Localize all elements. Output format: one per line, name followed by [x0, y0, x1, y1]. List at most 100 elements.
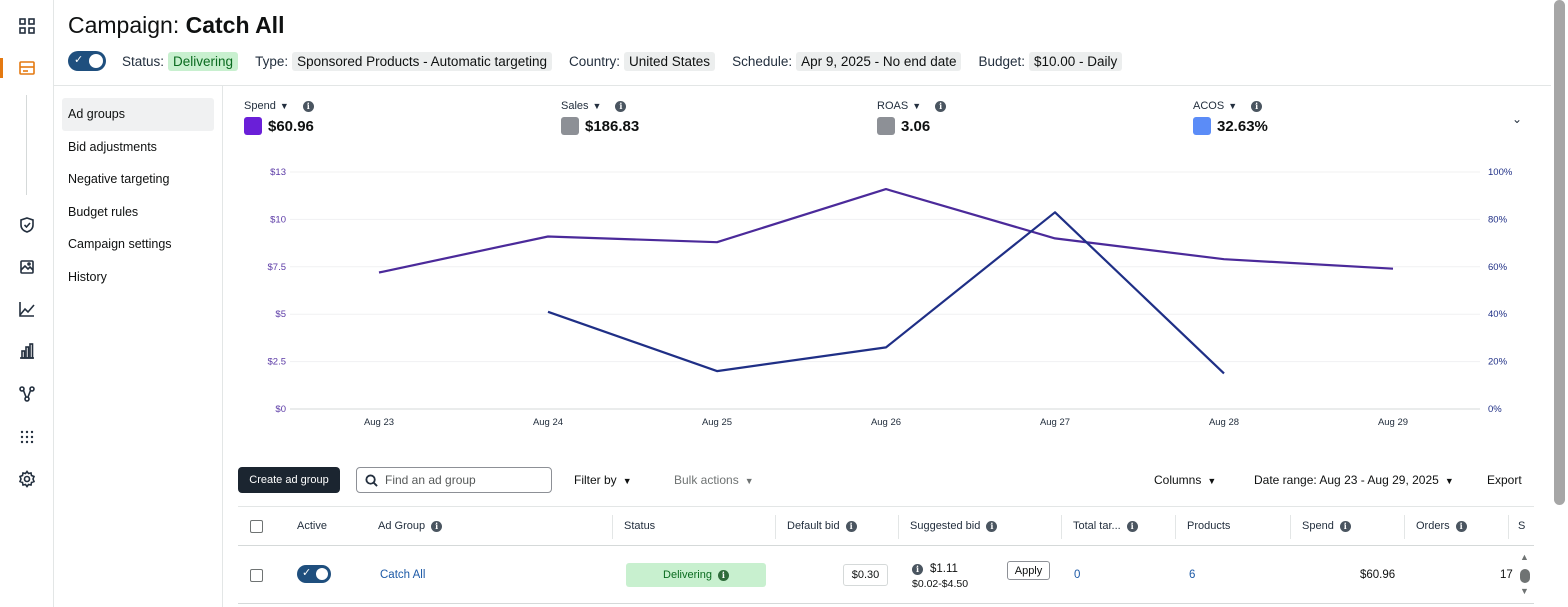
settings-icon[interactable] [17, 469, 37, 489]
header-products[interactable]: Products [1187, 520, 1230, 532]
info-icon[interactable]: i [1251, 100, 1263, 112]
metric-roas[interactable]: ROAS ▼ i 3.06 [877, 100, 947, 135]
info-icon[interactable]: i [912, 563, 923, 575]
info-icon[interactable]: i [845, 520, 857, 532]
bar-chart-icon[interactable] [17, 341, 37, 361]
metric-sales[interactable]: Sales ▼ i $186.83 [561, 100, 639, 135]
y-left-tick-label: $2.5 [268, 357, 287, 368]
campaign-toggle[interactable]: ✓ [68, 51, 106, 71]
info-icon[interactable]: i [717, 569, 729, 581]
info-icon[interactable]: i [935, 100, 947, 112]
bulk-actions-dropdown[interactable]: Bulk actions ▼ [674, 473, 754, 487]
metric-swatch [877, 117, 895, 135]
collapse-chart-chevron-icon[interactable]: ⌄ [1512, 112, 1522, 126]
metric-label: ROAS [877, 100, 909, 112]
x-tick-label: Aug 24 [533, 417, 563, 428]
campaign-name: Catch All [185, 12, 285, 38]
campaign-sidenav: Ad groups Bid adjustments Negative targe… [62, 98, 214, 294]
type-label: Type: [255, 53, 289, 69]
apply-bid-button[interactable]: Apply [1007, 561, 1050, 580]
scrollbar-thumb[interactable] [1554, 0, 1565, 505]
info-icon[interactable]: i [431, 520, 443, 532]
header-suggested-bid[interactable]: Suggested bid i [910, 520, 998, 532]
header-ad-group[interactable]: Ad Group i [378, 520, 443, 532]
date-range-dropdown[interactable]: Date range: Aug 23 - Aug 29, 2025 ▼ [1254, 473, 1454, 487]
search-input[interactable] [385, 473, 545, 487]
y-left-tick-label: $10 [270, 214, 286, 225]
columns-dropdown[interactable]: Columns ▼ [1154, 473, 1216, 487]
dashboard-icon[interactable] [17, 16, 37, 36]
info-icon[interactable]: i [986, 520, 998, 532]
metric-acos[interactable]: ACOS ▼ i 32.63% [1193, 100, 1268, 135]
metric-swatch [561, 117, 579, 135]
info-icon[interactable]: i [615, 100, 627, 112]
row-orders: 17 [1500, 569, 1513, 581]
campaigns-icon[interactable] [17, 58, 37, 78]
header-orders[interactable]: Orders i [1416, 520, 1467, 532]
left-rail [0, 0, 54, 607]
suggested-bid-range: $0.02-$4.50 [912, 578, 969, 590]
scroll-down-icon[interactable]: ▼ [1520, 586, 1529, 596]
sidenav-item-budget-rules[interactable]: Budget rules [62, 196, 214, 229]
export-button[interactable]: Export [1487, 473, 1522, 487]
header-label: Orders [1416, 520, 1450, 532]
sidenav-item-negative-targeting[interactable]: Negative targeting [62, 163, 214, 196]
info-icon[interactable]: i [302, 100, 314, 112]
select-all-checkbox[interactable] [250, 520, 263, 533]
row-status-badge: Delivering i [626, 563, 766, 587]
country-value: United States [624, 51, 716, 71]
page-title: Campaign: Catch All [68, 12, 284, 39]
image-icon[interactable] [17, 257, 37, 277]
schedule-value: Apr 9, 2025 - No end date [796, 51, 962, 71]
products-link[interactable]: 6 [1189, 569, 1195, 581]
chevron-down-icon: ▼ [279, 101, 289, 111]
trend-icon[interactable] [17, 299, 37, 319]
row-checkbox[interactable] [250, 569, 263, 582]
column-divider [898, 515, 899, 539]
sidenav-item-bid-adjustments[interactable]: Bid adjustments [62, 131, 214, 164]
apps-grid-icon[interactable] [17, 427, 37, 447]
header-overflow[interactable]: S [1518, 520, 1525, 532]
network-icon[interactable] [17, 384, 37, 404]
metric-label: ACOS [1193, 100, 1225, 112]
default-bid-input[interactable]: $0.30 [843, 564, 888, 586]
info-icon[interactable]: i [1339, 520, 1351, 532]
metric-value: 3.06 [901, 117, 931, 135]
metric-spend[interactable]: Spend ▼ i $60.96 [244, 100, 314, 135]
create-ad-group-button[interactable]: Create ad group [238, 467, 340, 493]
columns-label: Columns [1154, 473, 1202, 487]
y-left-tick-label: $5 [275, 309, 286, 320]
chevron-down-icon: ▼ [1228, 101, 1238, 111]
schedule-label: Schedule: [732, 53, 793, 69]
filter-label: Filter by [574, 473, 617, 487]
total-targets-link[interactable]: 0 [1074, 569, 1080, 581]
info-icon[interactable]: i [1126, 520, 1138, 532]
ad-group-name-link[interactable]: Catch All [380, 569, 425, 581]
country-label: Country: [568, 53, 621, 69]
x-tick-label: Aug 27 [1040, 417, 1070, 428]
filter-dropdown[interactable]: Filter by ▼ [574, 473, 632, 487]
chevron-down-icon: ▼ [1207, 476, 1217, 486]
header-default-bid[interactable]: Default bid i [787, 520, 857, 532]
info-icon[interactable]: i [1455, 520, 1467, 532]
check-icon: ✓ [74, 54, 84, 66]
header-label: Default bid [787, 520, 840, 532]
header-total-targets[interactable]: Total tar... i [1073, 520, 1138, 532]
scroll-up-icon[interactable]: ▲ [1520, 552, 1529, 562]
sidenav-item-ad-groups[interactable]: Ad groups [62, 98, 214, 131]
column-divider [1175, 515, 1176, 539]
x-tick-label: Aug 25 [702, 417, 732, 428]
header-spend[interactable]: Spend i [1302, 520, 1351, 532]
page-scrollbar[interactable] [1551, 0, 1568, 607]
header-active[interactable]: Active [297, 520, 327, 532]
table-scroll-control[interactable]: ▲ ▼ [1518, 552, 1532, 602]
sidenav-item-campaign-settings[interactable]: Campaign settings [62, 228, 214, 261]
sidenav-item-history[interactable]: History [62, 261, 214, 294]
scroll-thumb[interactable] [1520, 569, 1530, 583]
campaign-meta: ✓ Status: Delivering Type: Sponsored Pro… [68, 51, 1123, 71]
y-right-tick-label: 40% [1488, 309, 1508, 320]
header-status[interactable]: Status [624, 520, 655, 532]
shield-icon[interactable] [17, 215, 37, 235]
row-active-toggle[interactable]: ✓ [297, 565, 331, 583]
chevron-down-icon: ▼ [744, 476, 754, 486]
